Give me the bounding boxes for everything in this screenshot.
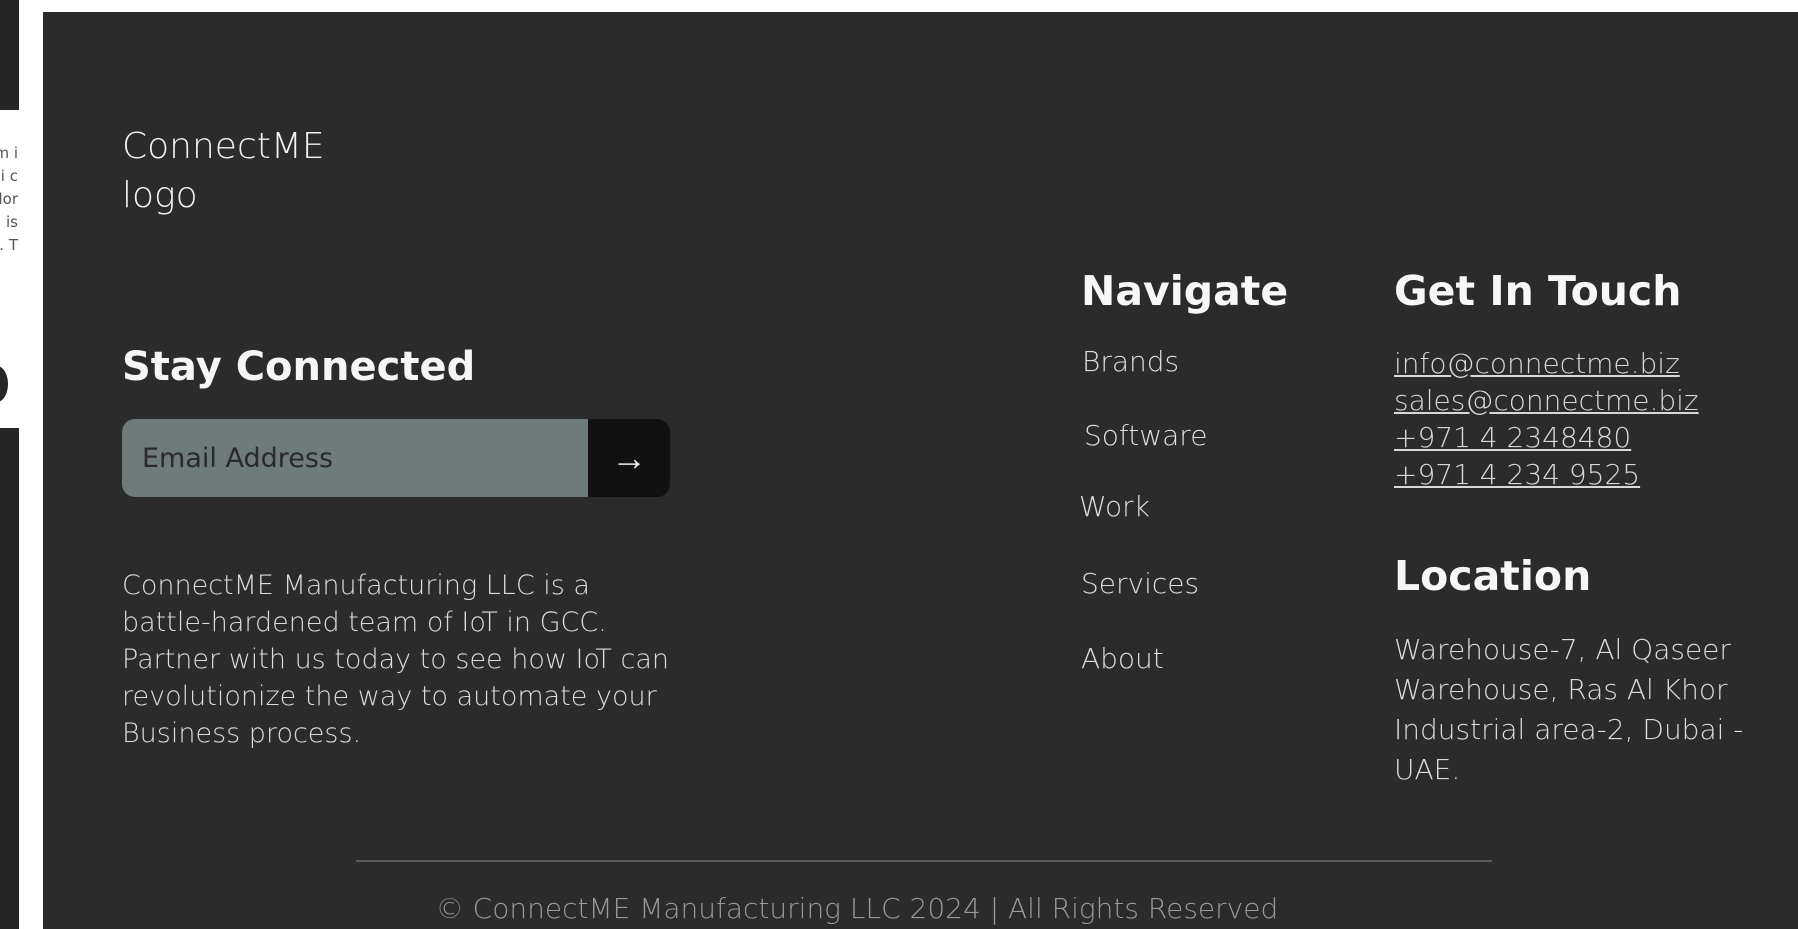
nav-link-software[interactable]: Software bbox=[1084, 419, 1207, 452]
nav-link-services[interactable]: Services bbox=[1081, 567, 1199, 600]
email-link-sales[interactable]: sales@connectme.biz bbox=[1394, 382, 1699, 419]
nav-link-work[interactable]: Work bbox=[1079, 490, 1150, 523]
newsletter-form: → bbox=[122, 419, 670, 497]
company-description: ConnectME Manufacturing LLC is a battle-… bbox=[122, 570, 670, 749]
email-link-info[interactable]: info@connectme.biz bbox=[1394, 345, 1680, 382]
adjacent-text-fragment: oi c bbox=[0, 167, 18, 185]
adjacent-text-fragment: lor bbox=[0, 190, 18, 208]
adjacent-page-edge: m i oi c lor is . T bbox=[0, 0, 19, 929]
adjacent-text-fragment: is bbox=[6, 213, 18, 231]
email-input[interactable] bbox=[122, 419, 588, 497]
footer-divider bbox=[356, 860, 1492, 862]
arrow-right-icon: → bbox=[611, 437, 647, 478]
copyright-text: © ConnectME Manufacturing LLC 2024 | All… bbox=[435, 892, 1279, 925]
get-in-touch-heading: Get In Touch bbox=[1394, 267, 1682, 315]
nav-link-brands[interactable]: Brands bbox=[1082, 345, 1179, 378]
newsletter-heading: Stay Connected bbox=[122, 344, 476, 390]
company-logo[interactable]: ConnectME logo bbox=[122, 122, 382, 220]
location-address: Warehouse-7, Al Qaseer Warehouse, Ras Al… bbox=[1394, 633, 1744, 786]
phone-link-secondary[interactable]: +971 4 234 9525 bbox=[1394, 456, 1640, 493]
adjacent-text-fragment: . T bbox=[0, 236, 18, 254]
adjacent-text-fragment: m i bbox=[0, 144, 18, 162]
subscribe-button[interactable]: → bbox=[588, 419, 670, 497]
navigate-heading: Navigate bbox=[1081, 267, 1289, 315]
location-heading: Location bbox=[1394, 552, 1592, 600]
phone-link-primary[interactable]: +971 4 2348480 bbox=[1394, 419, 1631, 456]
nav-link-about[interactable]: About bbox=[1081, 642, 1164, 675]
site-footer: ConnectME logo Stay Connected → ConnectM… bbox=[43, 12, 1798, 929]
